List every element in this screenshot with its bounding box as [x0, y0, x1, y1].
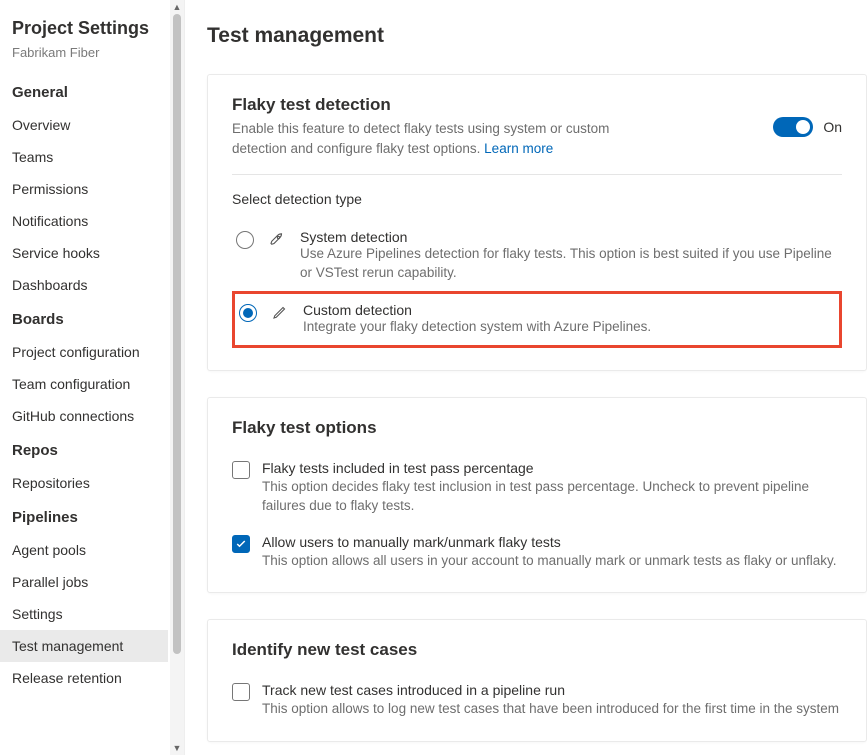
sidebar-item-settings[interactable]: Settings [0, 598, 168, 630]
group-header: Repos [0, 432, 168, 467]
sidebar-item-repositories[interactable]: Repositories [0, 467, 168, 499]
checkbox-manual[interactable] [232, 535, 250, 553]
sidebar-item-agent-pools[interactable]: Agent pools [0, 534, 168, 566]
sidebar-item-service-hooks[interactable]: Service hooks [0, 237, 168, 269]
page-title: Test management [207, 24, 867, 48]
group-header: Pipelines [0, 499, 168, 534]
flaky-options-card: Flaky test options Flaky tests included … [207, 397, 867, 594]
include-pass-pct-option[interactable]: Flaky tests included in test pass percen… [232, 460, 842, 516]
newcases-title: Identify new test cases [232, 640, 842, 660]
flaky-detection-card: Flaky test detection Enable this feature… [207, 74, 867, 371]
sidebar-item-test-management[interactable]: Test management [0, 630, 168, 662]
new1-title: Track new test cases introduced in a pip… [262, 682, 842, 698]
new1-desc: This option allows to log new test cases… [262, 700, 842, 719]
options-title: Flaky test options [232, 418, 842, 438]
rocket-icon [268, 230, 286, 251]
radio-system[interactable] [236, 231, 254, 249]
scrollbar[interactable]: ▲ ▼ [170, 0, 184, 755]
sidebar-item-parallel-jobs[interactable]: Parallel jobs [0, 566, 168, 598]
custom-title: Custom detection [303, 302, 833, 318]
settings-sidebar: ▲ ▼ Project Settings Fabrikam Fiber Gene… [0, 0, 185, 755]
opt2-desc: This option allows all users in your acc… [262, 552, 842, 571]
sidebar-item-notifications[interactable]: Notifications [0, 205, 168, 237]
manual-mark-option[interactable]: Allow users to manually mark/unmark flak… [232, 534, 842, 571]
sidebar-item-dashboards[interactable]: Dashboards [0, 269, 168, 301]
project-name: Fabrikam Fiber [0, 45, 168, 74]
flaky-toggle[interactable] [773, 117, 813, 137]
sidebar-item-team-configuration[interactable]: Team configuration [0, 368, 168, 400]
pencil-icon [271, 303, 289, 324]
new-cases-card: Identify new test cases Track new test c… [207, 619, 867, 742]
custom-desc: Integrate your flaky detection system wi… [303, 318, 833, 337]
learn-more-link[interactable]: Learn more [484, 141, 553, 156]
checkbox-track[interactable] [232, 683, 250, 701]
group-header: Boards [0, 301, 168, 336]
sidebar-item-teams[interactable]: Teams [0, 141, 168, 173]
sidebar-item-project-configuration[interactable]: Project configuration [0, 336, 168, 368]
sidebar-title: Project Settings [0, 18, 168, 45]
sidebar-item-permissions[interactable]: Permissions [0, 173, 168, 205]
toggle-label: On [823, 119, 842, 135]
group-header: General [0, 74, 168, 109]
flaky-title: Flaky test detection [232, 95, 662, 115]
system-detection-option[interactable]: System detection Use Azure Pipelines det… [232, 221, 842, 291]
sidebar-item-overview[interactable]: Overview [0, 109, 168, 141]
scroll-thumb[interactable] [173, 14, 181, 654]
checkbox-include[interactable] [232, 461, 250, 479]
flaky-desc: Enable this feature to detect flaky test… [232, 119, 662, 158]
main-content: Test management Flaky test detection Ena… [185, 0, 867, 755]
select-detection-label: Select detection type [232, 191, 842, 207]
sidebar-item-github-connections[interactable]: GitHub connections [0, 400, 168, 432]
divider [232, 174, 842, 175]
sidebar-item-release-retention[interactable]: Release retention [0, 662, 168, 694]
opt1-title: Flaky tests included in test pass percen… [262, 460, 842, 476]
scroll-down-icon[interactable]: ▼ [170, 741, 184, 755]
radio-custom[interactable] [239, 304, 257, 322]
system-title: System detection [300, 229, 836, 245]
track-new-option[interactable]: Track new test cases introduced in a pip… [232, 682, 842, 719]
opt1-desc: This option decides flaky test inclusion… [262, 478, 842, 516]
opt2-title: Allow users to manually mark/unmark flak… [262, 534, 842, 550]
scroll-up-icon[interactable]: ▲ [170, 0, 184, 14]
custom-detection-option[interactable]: Custom detection Integrate your flaky de… [232, 291, 842, 348]
system-desc: Use Azure Pipelines detection for flaky … [300, 245, 836, 283]
